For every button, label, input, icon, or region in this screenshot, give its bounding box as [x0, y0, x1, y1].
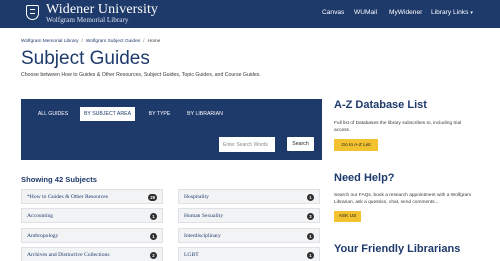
- subject-count-badge: 1: [307, 232, 314, 240]
- breadcrumb: Wolfgram Memorial Library / Wolfgram Subje…: [21, 39, 160, 44]
- subject-item[interactable]: Interdisciplinary 1: [178, 228, 320, 243]
- search-input[interactable]: [219, 137, 275, 152]
- subject-count-badge: 29: [148, 193, 157, 201]
- subject-name: Accounting: [27, 212, 54, 219]
- nav-wumail[interactable]: WUMail: [354, 9, 377, 16]
- brand-subtitle[interactable]: Wolfgram Memorial Library: [46, 16, 128, 24]
- subject-name: Interdisciplinary: [184, 232, 221, 239]
- az-database-text: Full list of Databases the library subsc…: [334, 121, 462, 133]
- subject-count-badge: 3: [307, 212, 314, 220]
- subject-count-badge: 1: [150, 212, 157, 220]
- subject-name: *How to Guides & Other Resources: [27, 193, 108, 200]
- az-list-button[interactable]: Go to A-Z List: [334, 139, 378, 151]
- subject-name: Archives and Distinctive Collections: [27, 251, 110, 258]
- caret-down-icon: ▾: [470, 10, 473, 16]
- subject-count-badge: 1: [307, 193, 314, 201]
- breadcrumb-home: Home: [147, 39, 161, 44]
- subject-item[interactable]: Accounting 1: [21, 208, 163, 223]
- search-button[interactable]: Search: [287, 137, 314, 151]
- subject-item[interactable]: *How to Guides & Other Resources 29: [21, 189, 163, 204]
- nav-library-links-label: Library Links: [431, 9, 469, 16]
- breadcrumb-separator: /: [81, 39, 83, 44]
- subject-count-badge: 1: [307, 251, 314, 259]
- breadcrumb-library[interactable]: Wolfgram Memorial Library: [21, 39, 79, 44]
- widener-shield-icon[interactable]: [26, 5, 39, 20]
- subject-name: Human Sexuality: [184, 212, 223, 219]
- subject-count-badge: 2: [150, 251, 157, 259]
- page-description: Choose between How to Guides & Other Res…: [21, 72, 261, 78]
- ask-us-button[interactable]: ASK US: [334, 211, 361, 222]
- subject-name: Anthropology: [27, 232, 59, 239]
- page-title: Subject Guides: [21, 48, 150, 69]
- search-label: Search: [204, 138, 220, 144]
- subject-item[interactable]: Human Sexuality 3: [178, 208, 320, 223]
- tab-all-guides[interactable]: ALL GUIDES: [31, 107, 75, 121]
- tab-by-type[interactable]: BY TYPE: [142, 107, 177, 121]
- subject-count-badge: 1: [150, 232, 157, 240]
- breadcrumb-separator: /: [143, 39, 145, 44]
- subject-item[interactable]: Archives and Distinctive Collections 2: [21, 247, 163, 261]
- subject-name: LGBT: [184, 251, 199, 258]
- subject-item[interactable]: Hospitality 1: [178, 189, 320, 204]
- nav-canvas[interactable]: Canvas: [322, 9, 344, 16]
- subject-item[interactable]: LGBT 1: [178, 247, 320, 261]
- nav-library-links[interactable]: Library Links ▾: [431, 9, 473, 16]
- subjects-count-heading: Showing 42 Subjects: [21, 175, 97, 184]
- breadcrumb-subject-guides[interactable]: Wolfgram Subject Guides: [86, 39, 140, 44]
- subject-name: Hospitality: [184, 193, 209, 200]
- tab-by-subject-area[interactable]: BY SUBJECT AREA: [80, 107, 135, 121]
- subject-item[interactable]: Anthropology 1: [21, 228, 163, 243]
- need-help-text: Search our FAQs, book a research appoint…: [334, 193, 472, 205]
- az-database-heading: A-Z Database List: [334, 99, 427, 111]
- tab-by-librarian[interactable]: BY LIBRARIAN: [181, 107, 229, 121]
- nav-mywidener[interactable]: MyWidener: [389, 9, 422, 16]
- librarians-heading: Your Friendly Librarians: [334, 243, 461, 255]
- need-help-heading: Need Help?: [334, 172, 395, 184]
